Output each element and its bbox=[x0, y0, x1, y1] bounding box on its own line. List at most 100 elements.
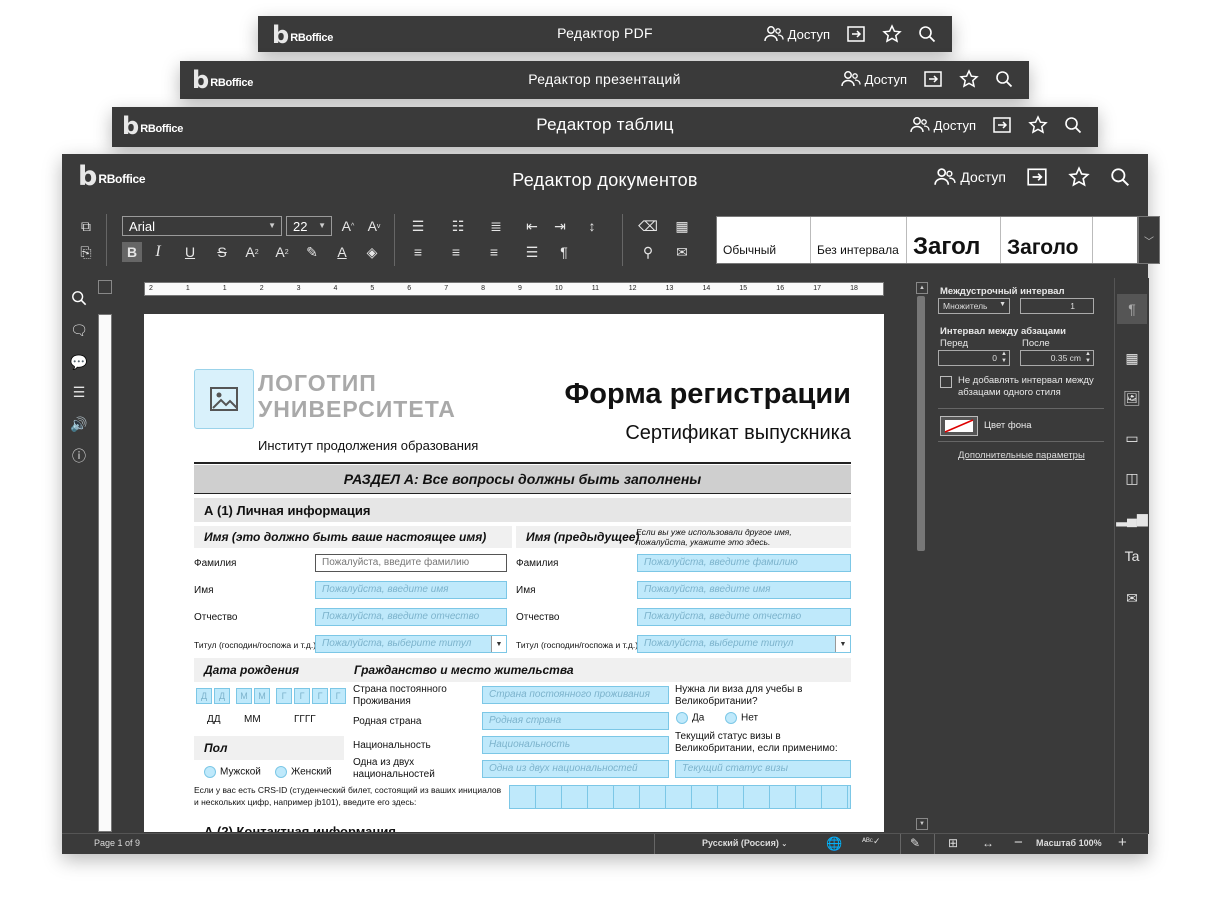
align-center-icon[interactable]: ≡ bbox=[446, 242, 466, 262]
multilevel-list-icon[interactable]: ≣ bbox=[486, 216, 506, 236]
nationality-input[interactable]: Национальность bbox=[482, 736, 669, 754]
comment-icon[interactable]: 🗨 bbox=[69, 320, 89, 340]
italic-icon[interactable]: I bbox=[148, 242, 168, 262]
star-icon[interactable] bbox=[882, 24, 902, 44]
patronymic-input[interactable]: Пожалуйста, введите отчество bbox=[315, 608, 507, 626]
image-settings-icon[interactable]: 🖼 bbox=[1122, 388, 1142, 408]
mail-merge-icon[interactable]: ✉ bbox=[672, 242, 692, 262]
chart-settings-icon[interactable]: ▂▄▆ bbox=[1116, 508, 1147, 528]
access-button[interactable]: Доступ bbox=[909, 116, 976, 134]
chat-icon[interactable]: 💬 bbox=[69, 352, 89, 372]
bullet-list-icon[interactable]: ☰ bbox=[408, 216, 428, 236]
styles-expand-button[interactable]: ﹀ bbox=[1138, 216, 1160, 264]
move-to-folder-icon[interactable] bbox=[846, 25, 866, 43]
scroll-thumb[interactable] bbox=[917, 296, 925, 551]
navigation-icon[interactable]: ☰ bbox=[69, 382, 89, 402]
no-space-checkbox[interactable] bbox=[940, 376, 952, 388]
search-icon[interactable] bbox=[995, 70, 1013, 88]
highlight-icon[interactable]: ✎ bbox=[302, 242, 322, 262]
fill-color-icon[interactable]: ◈ bbox=[362, 242, 382, 262]
superscript-icon[interactable]: A2 bbox=[242, 242, 262, 262]
visa-no-radio[interactable]: Нет bbox=[725, 712, 758, 724]
access-button[interactable]: Доступ bbox=[763, 25, 830, 43]
stepper-icon[interactable]: ▲ ▼ bbox=[1085, 351, 1091, 365]
increase-font-icon[interactable]: A ^ bbox=[338, 216, 358, 236]
move-to-folder-icon[interactable] bbox=[923, 70, 943, 88]
language-select[interactable]: Русский (Россия) ⌄ bbox=[702, 838, 787, 848]
search-icon[interactable] bbox=[1064, 116, 1082, 134]
search-icon[interactable] bbox=[1110, 167, 1130, 187]
paste-icon[interactable]: ⎘ bbox=[76, 242, 96, 262]
globe-icon[interactable]: 🌐 bbox=[826, 836, 842, 852]
female-radio[interactable]: Женский bbox=[275, 766, 332, 778]
male-radio[interactable]: Мужской bbox=[204, 766, 261, 778]
dob-box[interactable]: Г bbox=[312, 688, 328, 704]
dob-box[interactable]: Д bbox=[196, 688, 212, 704]
header-footer-icon[interactable]: ▭ bbox=[1122, 428, 1142, 448]
shape-settings-icon[interactable]: ◫ bbox=[1122, 468, 1142, 488]
before-spacing-input[interactable]: 0 ▲ ▼ bbox=[938, 350, 1010, 366]
mail-merge-icon[interactable]: ✉ bbox=[1122, 588, 1142, 608]
zoom-out-icon[interactable]: − bbox=[1014, 834, 1023, 851]
surname-input[interactable]: Пожалуйста, введите фамилию bbox=[315, 554, 507, 572]
chevron-down-icon[interactable]: ▼ bbox=[835, 636, 850, 652]
prev-titul-select[interactable]: Пожалуйста, выберите титул ▼ bbox=[637, 635, 851, 653]
zoom-in-icon[interactable]: + bbox=[1118, 834, 1127, 851]
underline-icon[interactable]: U bbox=[180, 242, 200, 262]
paragraph-settings-icon[interactable]: ¶ bbox=[1117, 294, 1147, 324]
style-heading-1[interactable]: Загол bbox=[907, 217, 1001, 263]
crsid-input[interactable] bbox=[509, 785, 851, 809]
shading-icon[interactable]: ▦ bbox=[672, 216, 692, 236]
decrease-font-icon[interactable]: Av bbox=[364, 216, 384, 236]
search-icon[interactable] bbox=[69, 288, 89, 308]
residence-input[interactable]: Страна постоянного проживания bbox=[482, 686, 669, 704]
scroll-up-arrow[interactable]: ▲ bbox=[916, 282, 928, 294]
style-heading-2[interactable]: Заголо bbox=[1001, 217, 1093, 263]
move-to-folder-icon[interactable] bbox=[992, 116, 1012, 134]
advanced-settings-link[interactable]: Дополнительные параметры bbox=[958, 450, 1085, 461]
decrease-indent-icon[interactable]: ⇤ bbox=[522, 216, 542, 236]
speaker-icon[interactable]: 🔊 bbox=[69, 414, 89, 434]
stepper-icon[interactable]: ▲ ▼ bbox=[1001, 351, 1007, 365]
window-pdf-editor[interactable]: b RBoffice Редактор PDF Доступ bbox=[258, 16, 952, 52]
copy-icon[interactable]: ⧉ bbox=[76, 216, 96, 236]
increase-indent-icon[interactable]: ⇥ bbox=[550, 216, 570, 236]
strikethrough-icon[interactable]: S bbox=[212, 242, 232, 262]
titul-select[interactable]: Пожалуйста, выберите титул ▼ bbox=[315, 635, 507, 653]
table-settings-icon[interactable]: ▦ bbox=[1122, 348, 1142, 368]
info-icon[interactable]: ⓘ bbox=[69, 446, 89, 466]
scroll-down-arrow[interactable]: ▼ bbox=[916, 818, 928, 830]
line-spacing-icon[interactable]: ↕ bbox=[582, 216, 602, 236]
dob-box[interactable]: Г bbox=[276, 688, 292, 704]
styles-gallery[interactable]: Обычный Без интервала Загол Заголо bbox=[716, 216, 1138, 264]
format-painter-icon[interactable]: ⚲ bbox=[638, 242, 658, 262]
style-normal[interactable]: Обычный bbox=[717, 217, 811, 263]
justify-icon[interactable]: ☰ bbox=[522, 242, 542, 262]
visa-yes-radio[interactable]: Да bbox=[676, 712, 704, 724]
bold-icon[interactable]: B bbox=[122, 242, 142, 262]
window-spreadsheet-editor[interactable]: b RBoffice Редактор таблиц Доступ bbox=[112, 107, 1098, 147]
spellcheck-icon[interactable]: ᴬᴮᶜ✓ bbox=[862, 836, 881, 847]
home-country-input[interactable]: Родная страна bbox=[482, 712, 669, 730]
vertical-scrollbar[interactable]: ▲ ▼ bbox=[914, 278, 928, 834]
move-to-folder-icon[interactable] bbox=[1026, 167, 1048, 187]
line-spacing-value-input[interactable]: 1 bbox=[1020, 298, 1094, 314]
access-button[interactable]: Доступ bbox=[934, 167, 1006, 187]
dob-box[interactable]: Г bbox=[294, 688, 310, 704]
access-button[interactable]: Доступ bbox=[840, 70, 907, 88]
visa-status-input[interactable]: Текущий статус визы bbox=[675, 760, 851, 778]
dob-box[interactable]: Г bbox=[330, 688, 346, 704]
document-page[interactable]: ЛОГОТИП УНИВЕРСИТЕТА Институт продолжени… bbox=[144, 314, 884, 832]
track-changes-icon[interactable]: ✎ bbox=[910, 836, 920, 850]
dob-box[interactable]: Д bbox=[214, 688, 230, 704]
window-presentation-editor[interactable]: b RBoffice Редактор презентаций Доступ bbox=[180, 61, 1029, 99]
font-name-select[interactable]: Arial ▼ bbox=[122, 216, 282, 236]
subscript-icon[interactable]: A2 bbox=[272, 242, 292, 262]
window-document-editor[interactable]: b RBoffice Редактор документов Доступ ⧉ ⎘… bbox=[62, 154, 1160, 854]
paragraph-marks-icon[interactable]: ¶ bbox=[554, 242, 574, 262]
star-icon[interactable] bbox=[1028, 115, 1048, 135]
font-color-icon[interactable]: A bbox=[332, 242, 352, 262]
dual-nationality-input[interactable]: Одна из двух национальностей bbox=[482, 760, 669, 778]
star-icon[interactable] bbox=[959, 69, 979, 89]
fit-page-icon[interactable]: ⊞ bbox=[948, 836, 958, 850]
